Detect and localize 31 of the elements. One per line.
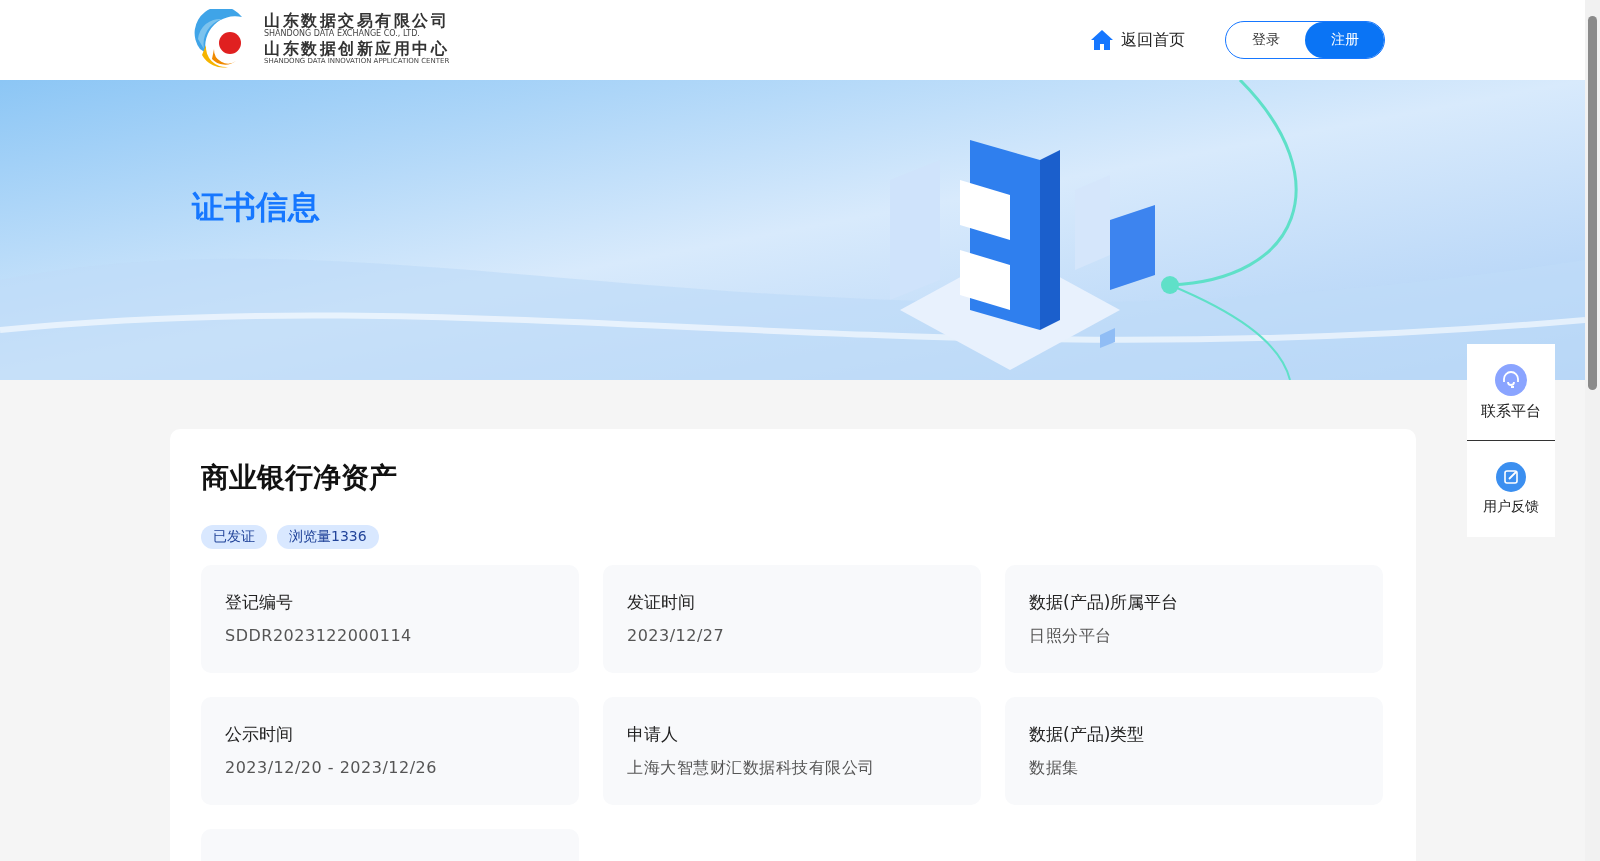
info-label: 申请人 [627,723,679,746]
info-label: 数据(产品)类型 [1029,723,1146,746]
banner-title: 证书信息 [192,187,320,228]
info-value: 2023/12/20 - 2023/12/26 [225,758,438,777]
center-name: 山东数据创新应用中心 [264,40,450,57]
info-label: 发证时间 [627,591,696,614]
side-label: 用户反馈 [1483,498,1539,516]
info-value: 上海大智慧财汇数据科技有限公司 [627,758,876,779]
contact-button[interactable]: 联系平台 [1467,344,1555,441]
register-button[interactable]: 注册 [1305,22,1384,58]
headset-icon [1495,363,1527,396]
side-label: 联系平台 [1481,401,1541,421]
product-title: 商业银行净资产 [201,460,398,496]
info-value: 数据集 [1029,758,1080,779]
company-english-name: SHANDONG DATA EXCHANGE CO., LTD. [264,29,420,38]
status-tag: 已发证 [201,525,267,549]
login-button[interactable]: 登录 [1226,22,1305,58]
info-label: 登记编号 [225,591,294,614]
home-link[interactable]: 返回首页 [1091,29,1185,51]
feedback-button[interactable]: 用户反馈 [1467,441,1555,537]
edit-icon [1496,462,1526,492]
home-icon [1091,30,1113,50]
info-label: 数据(产品)所属平台 [1029,591,1180,614]
info-value: SDDR2023122000114 [225,626,413,645]
home-link-label: 返回首页 [1121,29,1185,51]
view-count-tag: 浏览量1336 [277,525,379,549]
scrollbar[interactable] [1585,0,1600,861]
info-value: 日照分平台 [1029,626,1113,647]
company-name: 山东数据交易有限公司 [264,12,450,29]
info-value: 2023/12/27 [627,626,726,645]
info-label: 公示时间 [225,723,294,746]
